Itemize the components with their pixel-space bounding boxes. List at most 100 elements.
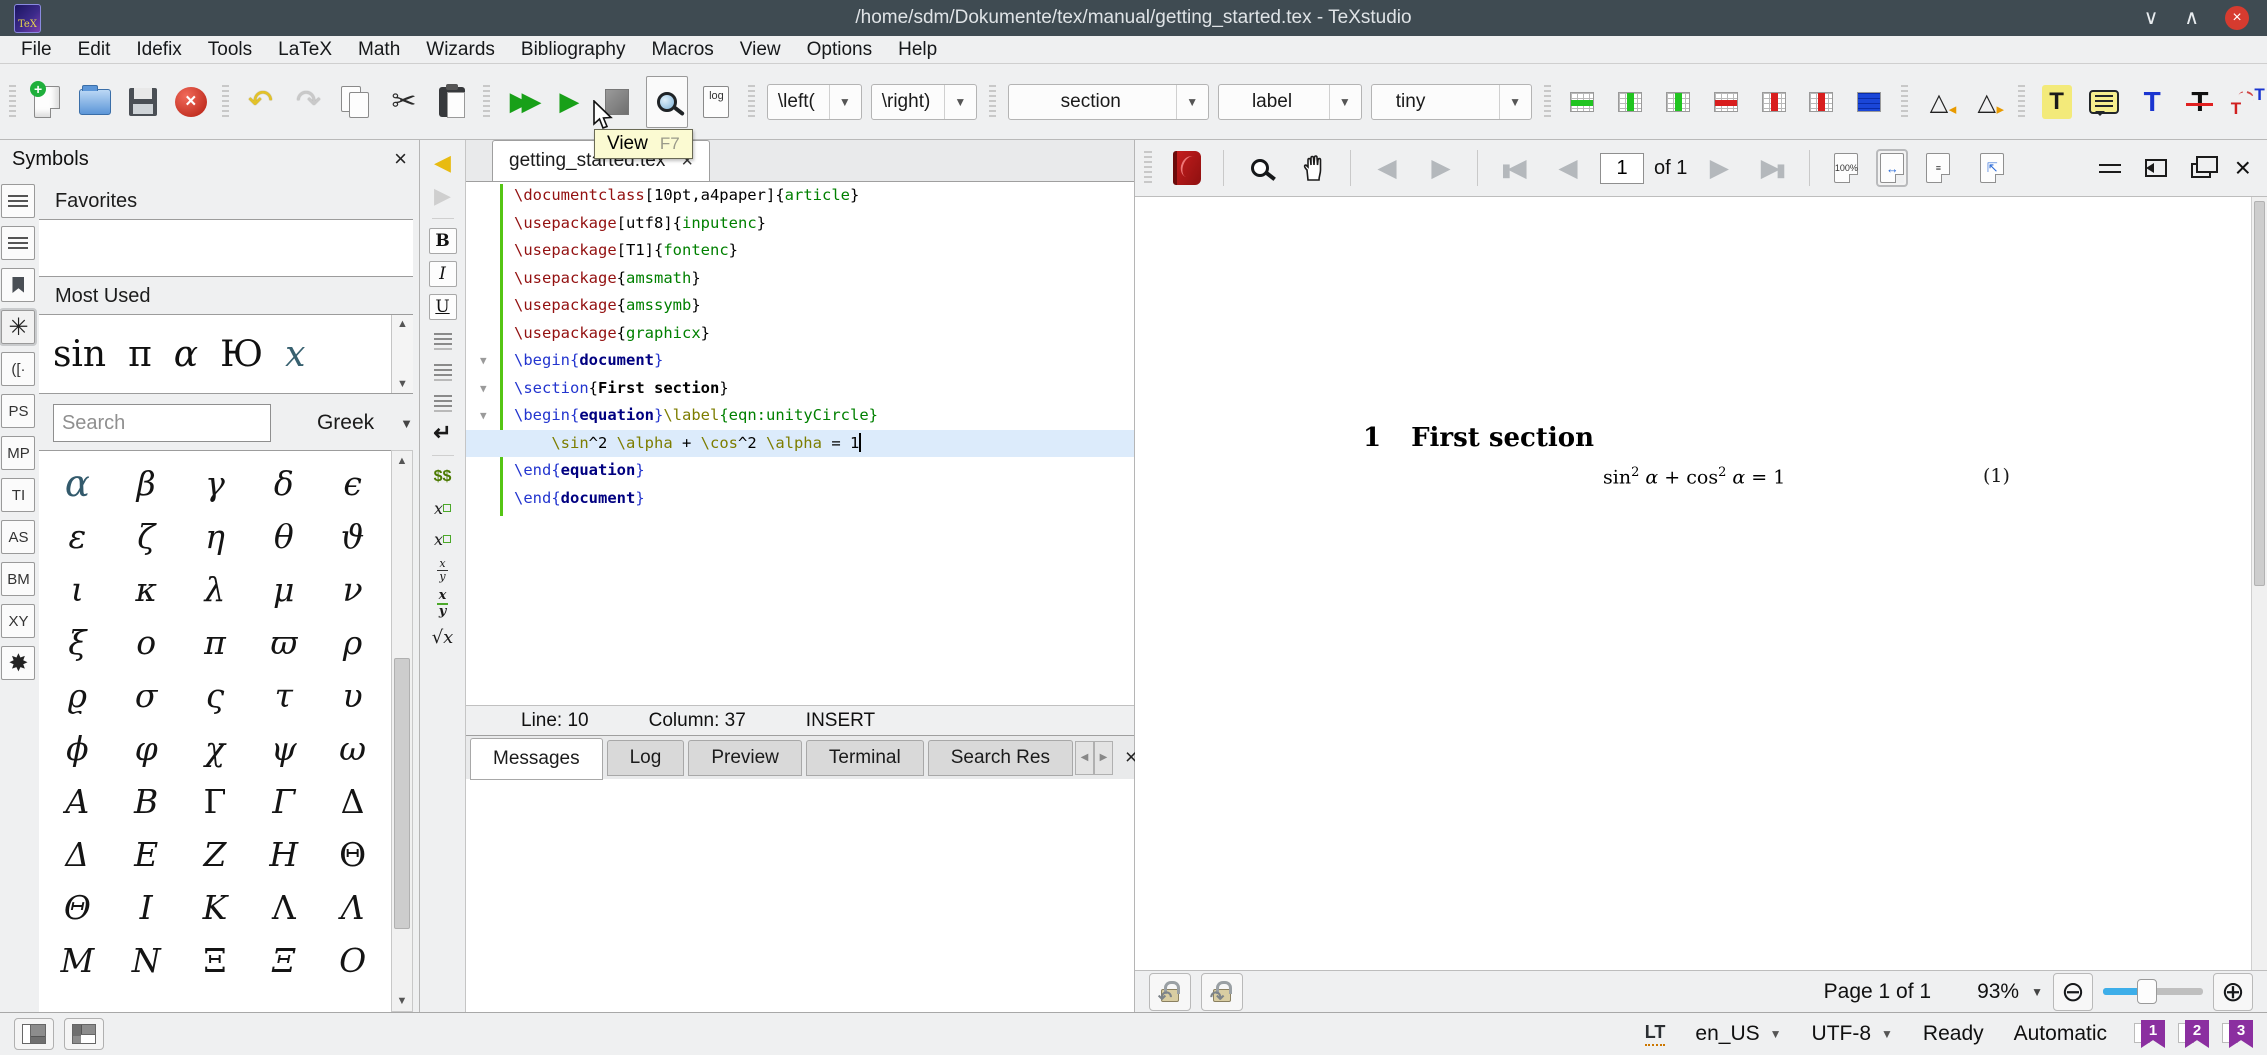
symbol-cell[interactable]: Δ (318, 775, 387, 828)
align-right-button[interactable] (434, 389, 452, 413)
menu-latex[interactable]: LaTeX (265, 39, 345, 61)
code-editor[interactable]: \documentclass[10pt,a4paper]{article}\us… (466, 182, 1134, 705)
symbol-cell[interactable]: ς (181, 669, 250, 722)
line-ending-status[interactable]: Automatic (2014, 1022, 2107, 1046)
scrollbar-thumb[interactable] (2254, 201, 2265, 586)
code-line[interactable]: ▼\begin{equation}\label{eqn:unityCircle} (466, 402, 1134, 430)
languagetool-status[interactable]: LT (1645, 1022, 1666, 1046)
toggle-bottom-panel-button[interactable] (64, 1018, 104, 1050)
table-remove-column-button[interactable] (1754, 79, 1793, 125)
code-line[interactable]: \usepackage{amssymb} (466, 292, 1134, 320)
toggle-sidebar-button[interactable] (14, 1018, 54, 1050)
rail-tab-as[interactable]: AS (1, 520, 35, 554)
zoom-percent-label[interactable]: 93% (1977, 980, 2019, 1004)
open-button[interactable] (76, 79, 115, 125)
symbol-cell[interactable]: ρ (318, 616, 387, 669)
sync-view-button[interactable]: ↷ (1201, 973, 1243, 1011)
encoding-selector[interactable]: UTF-8▼ (1812, 1022, 1893, 1046)
scrollbar-thumb[interactable] (394, 658, 410, 928)
scroll-down-icon[interactable]: ▼ (397, 375, 408, 393)
symbol-cell[interactable]: Z (181, 828, 250, 881)
inline-math-button[interactable]: $$ (434, 465, 452, 489)
bottom-tab-search-res[interactable]: Search Res (928, 740, 1073, 776)
symbol-cell[interactable]: Θ (318, 828, 387, 881)
code-line[interactable]: \usepackage{graphicx} (466, 320, 1134, 348)
symbol-cell[interactable]: ξ (43, 616, 112, 669)
menu-tools[interactable]: Tools (195, 39, 265, 61)
redo-button[interactable]: ↷ (289, 79, 328, 125)
previous-delimiter-button[interactable]: △◂ (1920, 79, 1959, 125)
pdf-pan-button[interactable] (1292, 145, 1336, 191)
insert-comment-button[interactable] (2085, 79, 2124, 125)
pdf-forward-button[interactable]: ▶ (1419, 145, 1463, 191)
right-delimiter-combo[interactable]: \right)▼ (871, 84, 977, 120)
symbol-cell[interactable]: α (43, 457, 112, 510)
rail-tab-ps[interactable]: PS (1, 394, 35, 428)
strikeout-button[interactable]: T (2181, 79, 2220, 125)
section-combo[interactable]: section▼ (1008, 84, 1209, 120)
previous-page-button[interactable]: ◀ (1546, 145, 1590, 191)
symbol-cell[interactable]: Λ (318, 881, 387, 934)
square-root-button[interactable]: √x (432, 625, 454, 649)
symbol-cell[interactable]: A (43, 775, 112, 828)
symbol-cell[interactable]: O (318, 934, 387, 987)
symbol-grid-scrollbar[interactable]: ▲ ▼ (391, 450, 413, 1012)
code-line[interactable]: ▼\section{First section} (466, 375, 1134, 403)
symbol-category-dropdown[interactable]: Greek ▼ (317, 411, 413, 435)
menu-edit[interactable]: Edit (65, 39, 124, 61)
align-left-button[interactable] (434, 327, 452, 351)
symbol-cell[interactable]: Δ (43, 828, 112, 881)
menu-bibliography[interactable]: Bibliography (508, 39, 639, 61)
underline-button[interactable]: U (429, 294, 457, 320)
zoom-slider-handle[interactable] (2137, 979, 2157, 1004)
forward-button[interactable]: ▶ (434, 183, 451, 209)
scroll-down-icon[interactable]: ▼ (397, 991, 408, 1011)
menu-options[interactable]: Options (794, 39, 885, 61)
table-cut-column-button[interactable] (1802, 79, 1841, 125)
tabs-scroll-right-icon[interactable]: ▶ (1094, 741, 1113, 775)
window-close-icon[interactable]: × (2225, 6, 2249, 30)
bookmark-1-icon[interactable]: 1 (2137, 1020, 2165, 1048)
align-center-button[interactable] (434, 358, 452, 382)
view-pdf-button[interactable] (646, 76, 689, 128)
pdf-minimize-icon[interactable] (2099, 164, 2121, 166)
label-combo[interactable]: label▼ (1218, 84, 1362, 120)
left-delimiter-combo[interactable]: \left(▼ (767, 84, 862, 120)
bottom-tab-terminal[interactable]: Terminal (806, 740, 924, 776)
symbol-cell[interactable]: Λ (249, 881, 318, 934)
symbol-cell[interactable]: σ (112, 669, 181, 722)
menu-view[interactable]: View (727, 39, 794, 61)
symbol-cell[interactable]: ν (318, 563, 387, 616)
code-line[interactable]: \end{equation} (466, 457, 1134, 485)
pdf-page[interactable]: 1 First section sin2 α + cos2 α = 1 (1) (1135, 197, 2267, 970)
bold-button[interactable]: B (429, 228, 457, 254)
menu-idefix[interactable]: Idefix (123, 39, 194, 61)
fit-page-button[interactable]: ⇱ (1970, 145, 2014, 191)
most-used-symbol[interactable]: Ю (220, 334, 263, 375)
next-page-button[interactable]: ▶ (1697, 145, 1741, 191)
pdf-dock-icon[interactable] (2145, 159, 2167, 177)
italic-button[interactable]: I (429, 261, 457, 287)
paste-button[interactable] (432, 79, 471, 125)
rail-lines-icon[interactable] (1, 226, 35, 260)
symbol-cell[interactable]: υ (318, 669, 387, 722)
most-used-symbol[interactable]: x (285, 334, 305, 375)
pdf-document-button[interactable] (1165, 145, 1209, 191)
rail-tab-xy[interactable]: XY (1, 604, 35, 638)
bottom-tab-log[interactable]: Log (607, 740, 685, 776)
zoom-out-button[interactable]: ⊖ (2053, 973, 2093, 1011)
code-line[interactable]: \usepackage{amsmath} (466, 265, 1134, 293)
symbol-cell[interactable]: Ξ (181, 934, 250, 987)
superscript-button[interactable]: x (434, 527, 451, 551)
symbol-cell[interactable]: ο (112, 616, 181, 669)
save-button[interactable] (124, 79, 163, 125)
symbol-cell[interactable]: N (112, 934, 181, 987)
rail-brackets-icon[interactable]: ([· (1, 352, 35, 386)
symbol-search-input[interactable] (53, 404, 271, 442)
symbol-cell[interactable]: ϱ (43, 669, 112, 722)
first-page-button[interactable]: ◀ (1492, 145, 1536, 191)
undo-button[interactable]: ↶ (241, 79, 280, 125)
compile-button[interactable]: ▶ (550, 79, 589, 125)
line-break-button[interactable]: ↵ (433, 420, 451, 446)
code-line[interactable]: \end{document} (466, 485, 1134, 513)
